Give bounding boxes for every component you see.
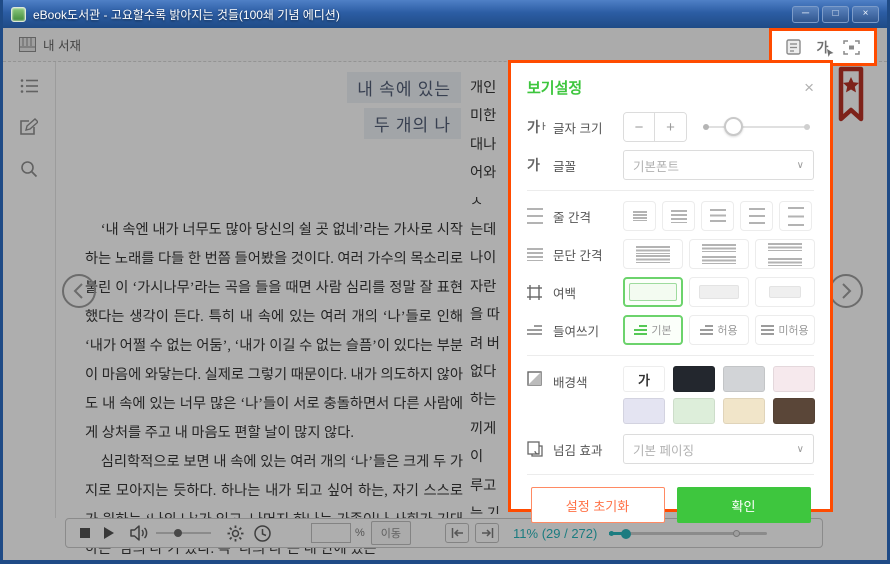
- slider-end-dot: [804, 124, 810, 130]
- font-family-dropdown[interactable]: 기본폰트 ∨: [623, 150, 814, 180]
- bg-swatch-gray[interactable]: [723, 366, 765, 392]
- font-size-icon: 가ㅏ: [527, 120, 553, 134]
- margin-icon: [527, 285, 553, 300]
- divider: [527, 190, 814, 191]
- font-size-slider[interactable]: [705, 126, 808, 128]
- bg-swatch-black[interactable]: [673, 366, 715, 392]
- indent-option-label: 허용: [717, 322, 737, 338]
- chevron-down-icon: ∨: [797, 444, 804, 455]
- font-size-increase-button[interactable]: +: [655, 113, 686, 141]
- font-family-icon: 가: [527, 158, 553, 172]
- background-color-icon: [527, 371, 553, 386]
- chevron-down-icon: ∨: [797, 160, 804, 171]
- indent-option-label: 미허용: [778, 322, 808, 338]
- line-spacing-icon: [527, 208, 553, 225]
- margin-option-1-selected[interactable]: [623, 277, 683, 307]
- paragraph-spacing-label: 문단 간격: [553, 245, 623, 264]
- font-size-label: 글자 크기: [553, 118, 623, 137]
- viewer-settings-icon[interactable]: [786, 39, 802, 56]
- view-settings-panel: 보기설정 × 가ㅏ 글자 크기 − +: [508, 60, 833, 512]
- paragraph-spacing-option-2[interactable]: [689, 239, 749, 269]
- confirm-button[interactable]: 확인: [677, 487, 811, 523]
- bg-swatch-green[interactable]: [673, 398, 715, 424]
- page-effect-dropdown[interactable]: 기본 페이징 ∨: [623, 434, 814, 464]
- font-settings-icon[interactable]: 가: [817, 41, 829, 54]
- page-effect-row: 넘김 효과 기본 페이징 ∨: [527, 434, 814, 464]
- fullscreen-icon[interactable]: [843, 40, 860, 55]
- titlebar: eBook도서관 - 고요할수록 밝아지는 것들(100쇄 기념 에디션) ─ …: [3, 0, 887, 28]
- minimize-button[interactable]: ─: [792, 6, 819, 23]
- page-effect-icon: [527, 441, 553, 457]
- background-color-row: 배경색 가: [527, 366, 814, 424]
- indent-label: 들여쓰기: [553, 321, 623, 340]
- paragraph-spacing-icon: [527, 248, 553, 261]
- window-title: eBook도서관 - 고요할수록 밝아지는 것들(100쇄 기념 에디션): [33, 6, 340, 23]
- bg-swatch-lavender[interactable]: [623, 398, 665, 424]
- paragraph-spacing-row: 문단 간격: [527, 239, 814, 269]
- font-family-value: 기본폰트: [633, 156, 679, 175]
- maximize-button[interactable]: □: [822, 6, 849, 23]
- divider: [527, 474, 814, 475]
- line-spacing-option-1[interactable]: [623, 201, 656, 231]
- slider-start-dot: [703, 124, 709, 130]
- indent-option-allow[interactable]: 허용: [689, 315, 749, 345]
- indent-option-default-selected[interactable]: 기본: [623, 315, 683, 345]
- font-family-row: 가 글꼴 기본폰트 ∨: [527, 150, 814, 180]
- font-size-row: 가ㅏ 글자 크기 − +: [527, 112, 814, 142]
- margin-option-2[interactable]: [689, 277, 749, 307]
- line-spacing-option-5[interactable]: [779, 201, 812, 231]
- cursor-icon: [827, 49, 834, 57]
- paragraph-spacing-option-1[interactable]: [623, 239, 683, 269]
- font-family-label: 글꼴: [553, 156, 623, 175]
- paragraph-spacing-option-3[interactable]: [755, 239, 815, 269]
- app-window: eBook도서관 - 고요할수록 밝아지는 것들(100쇄 기념 에디션) ─ …: [0, 0, 890, 564]
- indent-icon: [527, 325, 553, 335]
- panel-title: 보기설정: [527, 77, 582, 98]
- bg-swatch-white[interactable]: 가: [623, 366, 665, 392]
- bg-swatch-brown[interactable]: [773, 398, 815, 424]
- bg-swatch-pink[interactable]: [773, 366, 815, 392]
- bg-swatch-label: 가: [638, 370, 650, 389]
- app-icon: [11, 7, 26, 22]
- line-spacing-option-2[interactable]: [662, 201, 695, 231]
- margin-option-3[interactable]: [755, 277, 815, 307]
- line-spacing-option-3[interactable]: [701, 201, 734, 231]
- page-effect-label: 넘김 효과: [553, 440, 623, 459]
- line-spacing-label: 줄 간격: [553, 207, 623, 226]
- bg-swatch-beige[interactable]: [723, 398, 765, 424]
- indent-option-disallow[interactable]: 미허용: [755, 315, 815, 345]
- line-spacing-row: 줄 간격: [527, 201, 814, 231]
- line-spacing-option-4[interactable]: [740, 201, 773, 231]
- reset-settings-button[interactable]: 설정 초기화: [531, 487, 665, 523]
- indent-row: 들여쓰기 기본 허용 미허용: [527, 315, 814, 345]
- app-content: 내 서재 내 속에 있는 두 개의 나 ‘내: [3, 28, 887, 560]
- font-size-knob[interactable]: [724, 117, 743, 136]
- font-size-stepper: − +: [623, 112, 687, 142]
- margin-row: 여백: [527, 277, 814, 307]
- margin-label: 여백: [553, 283, 623, 302]
- font-size-decrease-button[interactable]: −: [624, 113, 655, 141]
- close-button[interactable]: ×: [852, 6, 879, 23]
- indent-option-label: 기본: [651, 322, 671, 338]
- close-panel-icon[interactable]: ×: [804, 79, 814, 96]
- page-effect-value: 기본 페이징: [633, 440, 694, 459]
- divider: [527, 355, 814, 356]
- background-color-label: 배경색: [553, 372, 623, 391]
